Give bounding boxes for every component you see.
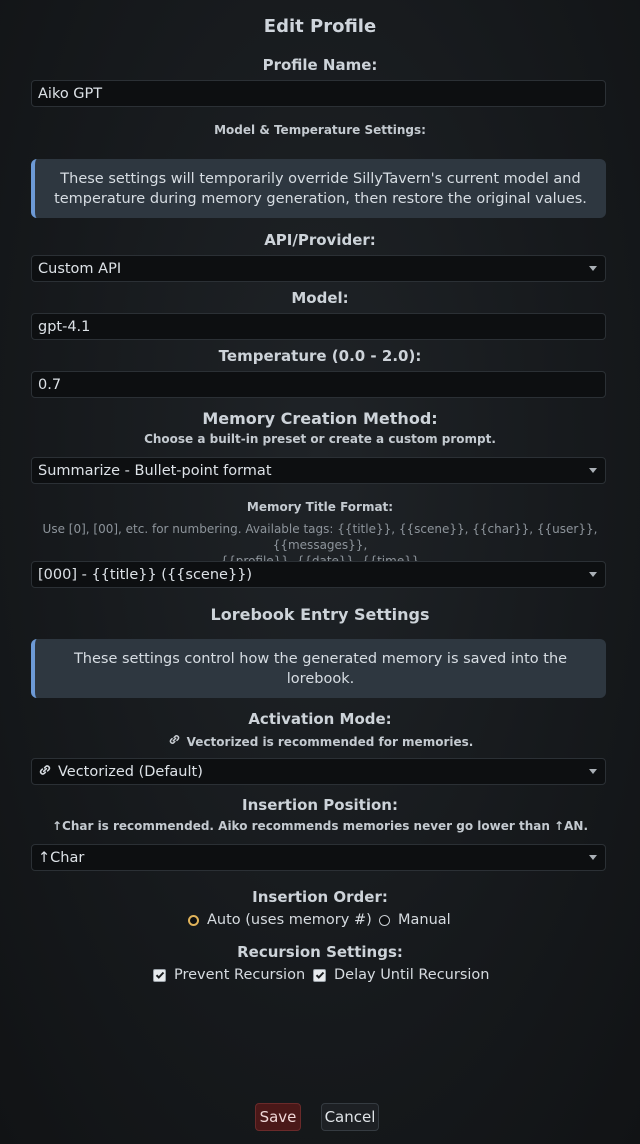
title-format-label: Memory Title Format: xyxy=(246,500,394,514)
insertion-order-auto-label: Auto (uses memory #) xyxy=(207,912,372,928)
recursion-settings-label: Recursion Settings: xyxy=(237,943,403,961)
checkbox-checked-icon xyxy=(313,968,326,982)
chevron-down-icon xyxy=(589,266,597,271)
profile-name-input[interactable]: Aiko GPT xyxy=(31,80,606,107)
link-icon xyxy=(167,733,183,749)
title-format-select[interactable]: [000] - {{title}} ({{scene}}) xyxy=(31,561,606,588)
model-override-info-box: These settings will temporarily override… xyxy=(31,159,606,218)
activation-mode-select[interactable]: Vectorized (Default) xyxy=(31,758,606,785)
title-format-value: [000] - {{title}} ({{scene}}) xyxy=(38,566,253,583)
lorebook-info-box: These settings control how the generated… xyxy=(31,639,606,698)
save-button[interactable]: Save xyxy=(255,1103,301,1131)
chevron-down-icon xyxy=(589,572,597,577)
insertion-order-manual-label: Manual xyxy=(398,912,451,928)
model-label: Model: xyxy=(291,289,349,307)
checkbox-checked-icon xyxy=(153,968,166,982)
profile-name-value: Aiko GPT xyxy=(38,85,103,102)
temperature-label: Temperature (0.0 - 2.0): xyxy=(218,347,422,365)
insertion-position-hint: ↑Char is recommended. Aiko recommends me… xyxy=(51,819,589,833)
model-temperature-heading: Model & Temperature Settings: xyxy=(214,123,426,137)
insertion-order-manual-radio[interactable]: Manual xyxy=(379,912,451,928)
memory-method-select[interactable]: Summarize - Bullet-point format xyxy=(31,457,606,484)
prevent-recursion-label: Prevent Recursion xyxy=(174,967,306,983)
lorebook-info-text: These settings control how the generated… xyxy=(73,651,568,687)
temperature-input[interactable]: 0.7 xyxy=(31,371,606,398)
memory-method-hint: Choose a built-in preset or create a cus… xyxy=(144,432,496,446)
api-provider-label: API/Provider: xyxy=(264,231,376,249)
prevent-recursion-checkbox[interactable]: Prevent Recursion xyxy=(153,967,305,983)
delay-until-recursion-label: Delay Until Recursion xyxy=(334,967,490,983)
insertion-position-label: Insertion Position: xyxy=(242,796,398,814)
activation-mode-value: Vectorized (Default) xyxy=(58,763,203,780)
api-provider-value: Custom API xyxy=(38,260,122,277)
api-provider-select[interactable]: Custom API xyxy=(31,255,606,282)
activation-mode-label: Activation Mode: xyxy=(248,710,392,728)
chevron-down-icon xyxy=(589,855,597,860)
memory-method-label: Memory Creation Method: xyxy=(202,409,438,428)
cancel-button[interactable]: Cancel xyxy=(321,1103,379,1131)
delay-until-recursion-checkbox[interactable]: Delay Until Recursion xyxy=(313,967,489,983)
chevron-down-icon xyxy=(589,468,597,473)
radio-selected-icon xyxy=(188,914,199,926)
lorebook-heading: Lorebook Entry Settings xyxy=(210,605,430,624)
insertion-position-value: ↑Char xyxy=(38,849,85,866)
insertion-position-select[interactable]: ↑Char xyxy=(31,844,606,871)
profile-name-label: Profile Name: xyxy=(262,56,378,74)
model-value: gpt-4.1 xyxy=(38,318,91,335)
model-override-info-text: These settings will temporarily override… xyxy=(54,171,587,207)
edit-profile-dialog: Edit Profile Profile Name: Aiko GPT Mode… xyxy=(0,0,640,1144)
chevron-down-icon xyxy=(589,769,597,774)
title-format-hint-line1: Use [0], [00], etc. for numbering. Avail… xyxy=(42,522,598,552)
activation-mode-hint: Vectorized is recommended for memories. xyxy=(186,735,474,749)
memory-method-value: Summarize - Bullet-point format xyxy=(38,462,272,479)
insertion-order-label: Insertion Order: xyxy=(252,888,388,906)
dialog-title: Edit Profile xyxy=(263,16,377,37)
insertion-order-auto-radio[interactable]: Auto (uses memory #) xyxy=(188,912,372,928)
radio-unselected-icon xyxy=(379,914,390,926)
link-icon xyxy=(38,763,54,781)
temperature-value: 0.7 xyxy=(38,376,62,393)
activation-mode-hint-row: Vectorized is recommended for memories. xyxy=(0,733,640,749)
model-input[interactable]: gpt-4.1 xyxy=(31,313,606,340)
